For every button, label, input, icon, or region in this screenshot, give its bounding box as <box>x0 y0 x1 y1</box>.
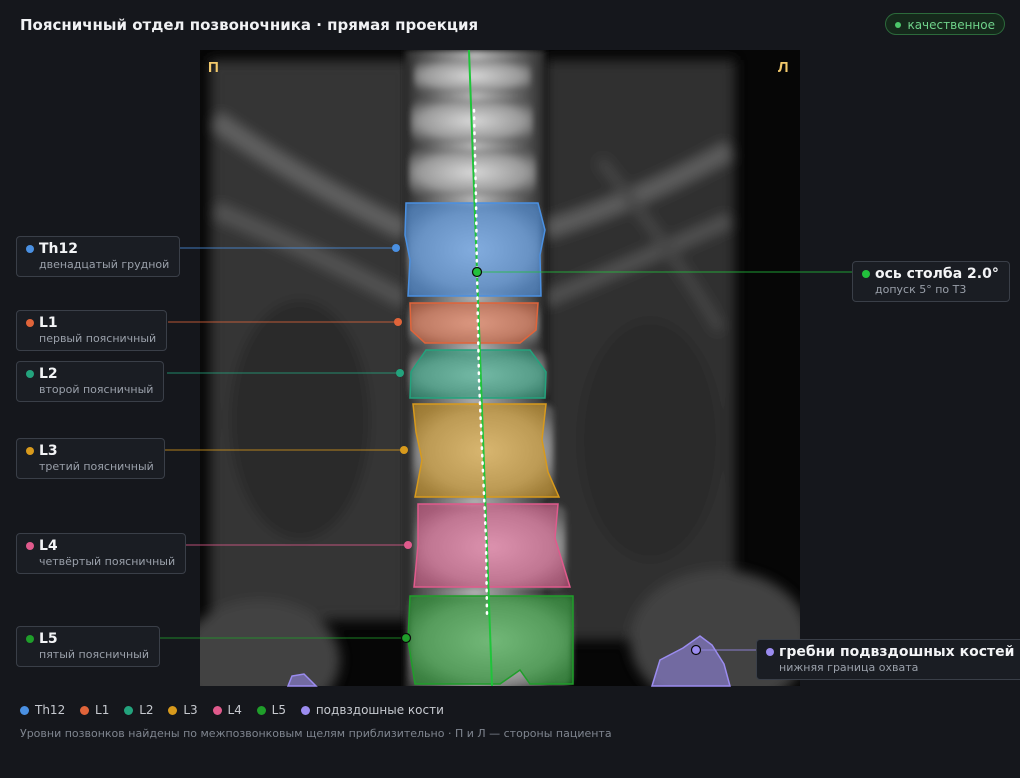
callout-th12[interactable]: Th12 двенадцатый грудной <box>16 236 181 277</box>
legend-dot-icon <box>20 706 29 715</box>
callout-l4-title: L4 <box>39 538 58 554</box>
legend-item-l5[interactable]: L5 <box>256 703 286 717</box>
th12-dot-icon <box>26 245 34 253</box>
callout-l5-subtitle: пятый поясничный <box>39 648 149 661</box>
iliac-dot-icon <box>766 648 774 656</box>
side-marker-left: Л <box>778 59 789 76</box>
callout-l3[interactable]: L3 третий поясничный <box>16 438 165 479</box>
anchor-th12[interactable] <box>392 244 400 252</box>
l1-dot-icon <box>26 319 34 327</box>
callout-th12-title: Th12 <box>39 241 78 257</box>
legend-dot-icon <box>124 706 134 715</box>
footnote: Уровни позвонков найдены по межпозвонков… <box>20 727 612 740</box>
callout-l1-title: L1 <box>39 315 58 331</box>
callout-l2-title: L2 <box>39 366 58 382</box>
legend-dot-icon <box>212 706 222 715</box>
callout-iliac[interactable]: гребни подвздошных костей нижняя граница… <box>756 639 1020 680</box>
legend-item-iliac[interactable]: подвздошные кости <box>300 703 444 717</box>
callout-axis-subtitle: допуск 5° по Т3 <box>875 283 967 296</box>
callout-axis-title: ось столба 2.0° <box>875 266 999 282</box>
legend-dot-icon <box>168 706 178 715</box>
callout-l4-subtitle: четвёртый поясничный <box>39 555 176 568</box>
overlay-l3[interactable] <box>412 403 561 498</box>
callout-l3-subtitle: третий поясничный <box>39 460 154 473</box>
legend-dot-icon <box>80 706 90 715</box>
callout-iliac-subtitle: нижняя граница охвата <box>779 661 919 674</box>
anchor-l4[interactable] <box>404 541 412 549</box>
anchor-l3[interactable] <box>400 446 408 454</box>
overlay-l4[interactable] <box>413 503 572 588</box>
l5-dot-icon <box>26 635 34 643</box>
callout-l1-subtitle: первый поясничный <box>39 332 157 345</box>
legend-item-l4[interactable]: L4 <box>212 703 242 717</box>
callout-l4[interactable]: L4 четвёртый поясничный <box>16 533 187 574</box>
callout-iliac-title: гребни подвздошных костей <box>779 644 1015 660</box>
overlay-l1[interactable] <box>409 302 539 344</box>
callout-l2-subtitle: второй поясничный <box>39 383 154 396</box>
callout-l3-title: L3 <box>39 443 58 459</box>
callout-l5-title: L5 <box>39 631 58 647</box>
side-marker-right: П <box>208 59 219 76</box>
callout-axis[interactable]: ось столба 2.0° допуск 5° по Т3 <box>852 261 1010 302</box>
l2-dot-icon <box>26 370 34 378</box>
anchor-iliac[interactable] <box>690 644 702 656</box>
anchor-l1[interactable] <box>394 318 402 326</box>
legend-item-l2[interactable]: L2 <box>124 703 154 717</box>
callout-l2[interactable]: L2 второй поясничный <box>16 361 165 402</box>
anchor-axis[interactable] <box>471 266 483 278</box>
callout-l5[interactable]: L5 пятый поясничный <box>16 626 160 667</box>
l3-dot-icon <box>26 447 34 455</box>
legend: Th12 L1 L2 L3 L4 L5 подвздошные кости <box>20 703 455 717</box>
legend-item-l3[interactable]: L3 <box>168 703 198 717</box>
legend-item-l1[interactable]: L1 <box>80 703 109 717</box>
axis-dot-icon <box>862 270 870 278</box>
legend-item-th12[interactable]: Th12 <box>20 703 65 717</box>
callout-th12-subtitle: двенадцатый грудной <box>39 258 170 271</box>
legend-dot-icon <box>256 706 266 715</box>
l4-dot-icon <box>26 542 34 550</box>
anchor-l2[interactable] <box>396 369 404 377</box>
legend-dot-icon <box>300 706 310 715</box>
callout-l1[interactable]: L1 первый поясничный <box>16 310 168 351</box>
anchor-l5[interactable] <box>400 632 412 644</box>
